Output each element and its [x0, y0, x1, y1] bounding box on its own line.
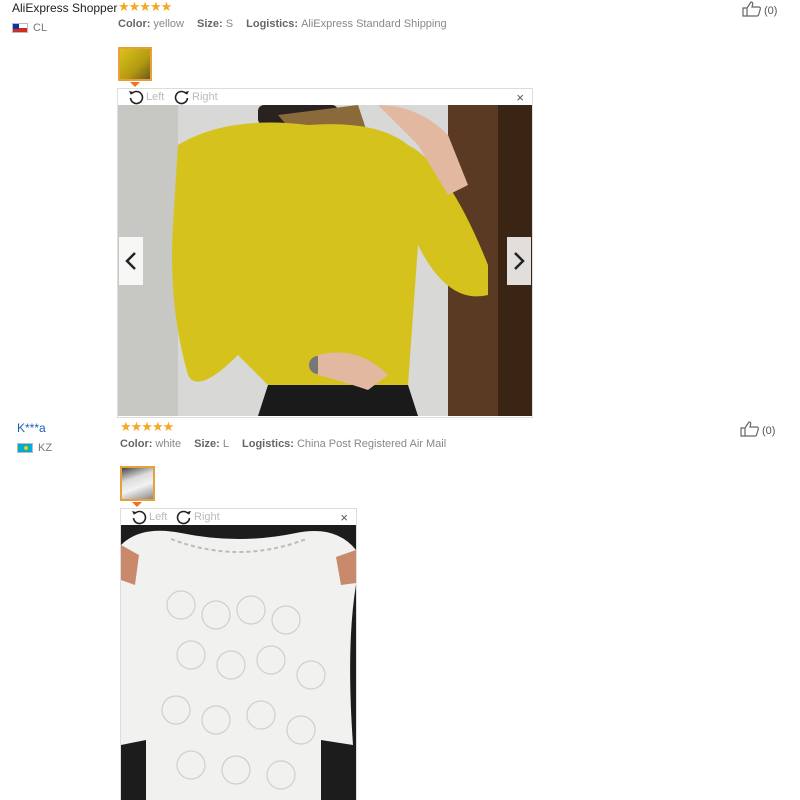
order-info: Color: yellow Size: S Logistics: AliExpress… — [118, 18, 447, 30]
country-code: CL — [33, 22, 48, 34]
review-photo — [121, 525, 356, 800]
flag-icon — [12, 23, 28, 33]
buyer-country: KZ — [17, 442, 52, 454]
buyer-name: AliExpress Shopper — [12, 1, 118, 15]
flag-icon — [17, 443, 33, 453]
buyer-country: CL — [12, 22, 47, 34]
star-rating: ★★★★★ — [120, 419, 174, 434]
chevron-right-icon — [514, 251, 525, 270]
rotate-right-label: Right — [192, 91, 218, 103]
photo-viewer: Left Right × — [120, 508, 357, 800]
rotate-right-button[interactable]: Right — [174, 89, 218, 105]
color-label: Color: — [118, 18, 151, 30]
logistics-value: China Post Registered Air Mail — [296, 438, 447, 450]
helpful-button[interactable]: (0) — [742, 1, 777, 20]
photo-thumbnail[interactable] — [118, 47, 152, 81]
review-photo-image — [121, 525, 356, 800]
helpful-count: (0) — [762, 424, 776, 437]
logistics-value: AliExpress Standard Shipping — [301, 18, 447, 30]
chevron-left-icon — [125, 251, 136, 270]
size-value: S — [225, 18, 234, 30]
rotate-right-button[interactable]: Right — [176, 509, 220, 525]
country-code: KZ — [38, 442, 53, 454]
close-viewer-button[interactable]: × — [516, 90, 524, 105]
size-value: L — [222, 438, 229, 450]
rotate-right-icon — [174, 90, 189, 105]
rotate-left-label: Left — [149, 511, 168, 523]
review-photo-image — [118, 105, 532, 416]
thumbs-up-icon — [742, 1, 762, 20]
next-photo-button[interactable] — [507, 236, 531, 285]
rotate-left-icon — [129, 90, 144, 105]
viewer-toolbar: Left Right × — [118, 89, 532, 105]
helpful-button[interactable]: (0) — [740, 421, 775, 440]
rotate-right-label: Right — [194, 511, 220, 523]
color-value: white — [155, 438, 182, 450]
size-label: Size: — [197, 18, 223, 30]
previous-photo-button[interactable] — [119, 236, 143, 285]
rotate-left-label: Left — [146, 91, 165, 103]
photo-thumbnail[interactable] — [120, 466, 155, 501]
close-icon: × — [340, 510, 348, 525]
rotate-right-icon — [176, 510, 191, 525]
thumbs-up-icon — [740, 421, 760, 440]
buyer-name[interactable]: K***a — [17, 421, 46, 435]
photo-viewer: Left Right × — [117, 88, 533, 418]
rotate-left-icon — [132, 510, 147, 525]
color-label: Color: — [120, 438, 153, 450]
thumbnail-pointer — [132, 502, 142, 507]
star-rating: ★★★★★ — [118, 0, 172, 14]
review-photo — [118, 105, 532, 416]
order-info: Color: white Size: L Logistics: China Post … — [120, 438, 446, 450]
logistics-label: Logistics: — [242, 438, 294, 450]
helpful-count: (0) — [764, 4, 778, 17]
close-icon: × — [516, 90, 524, 105]
logistics-label: Logistics: — [246, 18, 299, 30]
color-value: yellow — [153, 18, 184, 30]
size-label: Size: — [194, 438, 220, 450]
close-viewer-button[interactable]: × — [340, 510, 348, 525]
rotate-left-button[interactable]: Left — [128, 89, 164, 105]
viewer-toolbar: Left Right × — [121, 509, 356, 525]
rotate-left-button[interactable]: Left — [131, 509, 167, 525]
thumbnail-pointer — [130, 82, 140, 87]
